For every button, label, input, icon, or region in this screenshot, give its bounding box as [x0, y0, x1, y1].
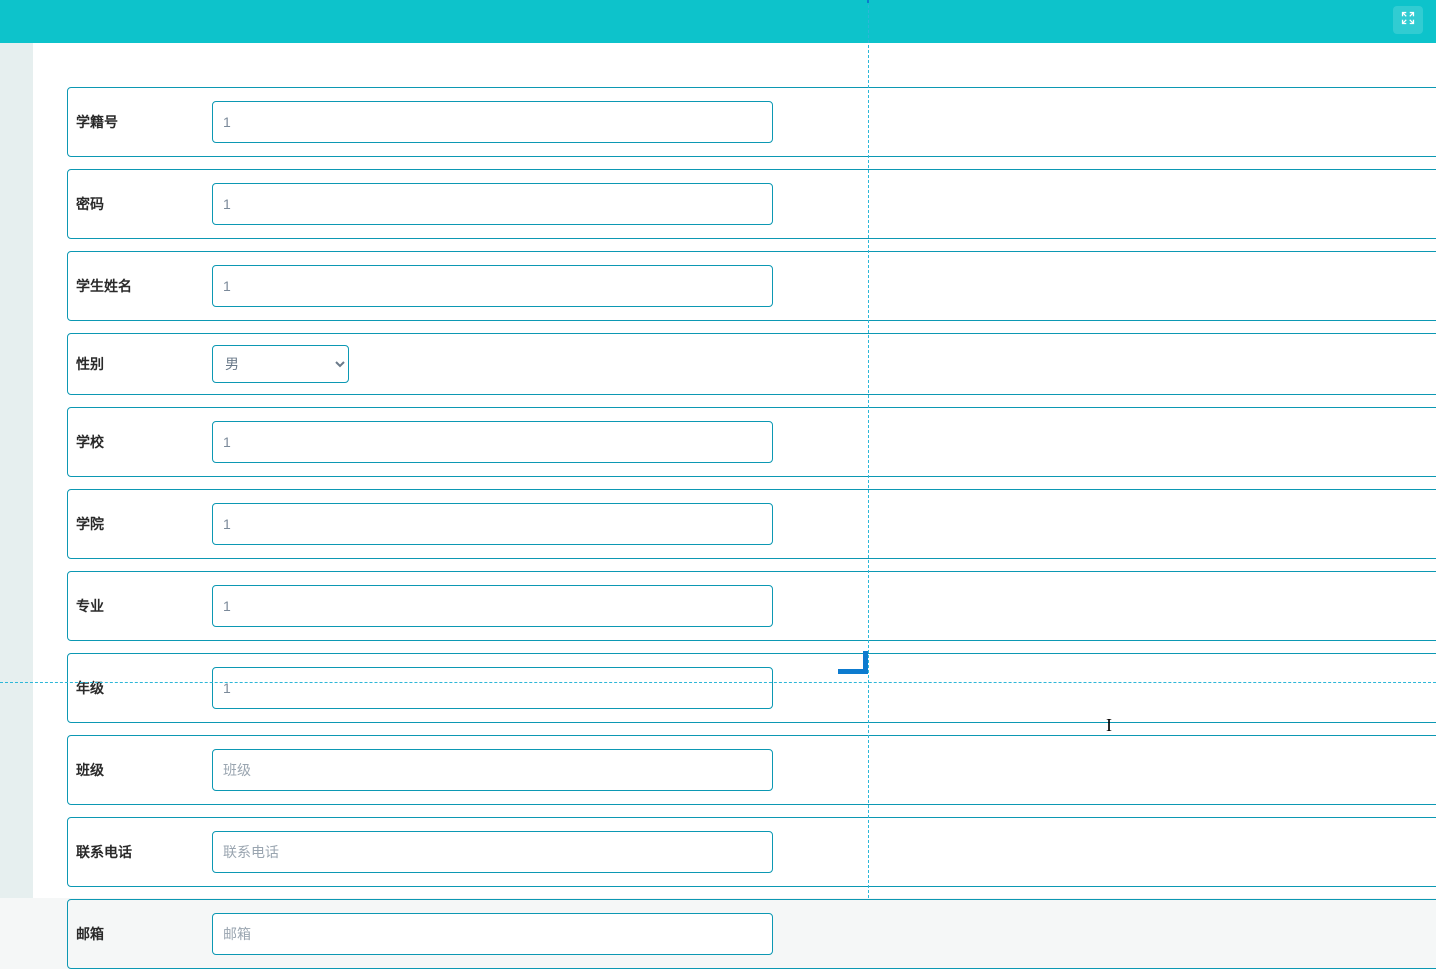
field-label: 性别 [76, 354, 212, 374]
class-input[interactable] [212, 749, 773, 791]
field-row-password: 密码 [67, 169, 1436, 239]
form-container: 学籍号 密码 学生姓名 性别 男 学校 学院 专业 [33, 43, 1436, 969]
field-label: 邮箱 [76, 924, 212, 944]
field-row-phone: 联系电话 [67, 817, 1436, 887]
field-label: 密码 [76, 194, 212, 214]
field-row-college: 学院 [67, 489, 1436, 559]
field-label: 学校 [76, 432, 212, 452]
app-header [0, 0, 1436, 43]
field-label: 专业 [76, 596, 212, 616]
field-label: 学籍号 [76, 112, 212, 132]
field-label: 联系电话 [76, 842, 212, 862]
left-gutter [0, 43, 33, 898]
major-input[interactable] [212, 585, 773, 627]
field-row-school: 学校 [67, 407, 1436, 477]
form-panel: 学籍号 密码 学生姓名 性别 男 学校 学院 专业 [33, 43, 1436, 898]
expand-icon [1401, 11, 1415, 30]
field-row-student-name: 学生姓名 [67, 251, 1436, 321]
field-row-student-id: 学籍号 [67, 87, 1436, 157]
password-input[interactable] [212, 183, 773, 225]
field-row-grade: 年级 [67, 653, 1436, 723]
field-row-gender: 性别 男 [67, 333, 1436, 395]
school-input[interactable] [212, 421, 773, 463]
student-name-input[interactable] [212, 265, 773, 307]
email-input[interactable] [212, 913, 773, 955]
gender-select[interactable]: 男 [212, 345, 349, 383]
field-row-major: 专业 [67, 571, 1436, 641]
field-label: 学生姓名 [76, 276, 212, 296]
field-row-class: 班级 [67, 735, 1436, 805]
ruler-tick [867, 0, 869, 3]
expand-button[interactable] [1393, 6, 1423, 34]
field-label: 年级 [76, 678, 212, 698]
field-label: 学院 [76, 514, 212, 534]
grade-input[interactable] [212, 667, 773, 709]
field-row-email: 邮箱 [67, 899, 1436, 969]
phone-input[interactable] [212, 831, 773, 873]
student-id-input[interactable] [212, 101, 773, 143]
field-label: 班级 [76, 760, 212, 780]
college-input[interactable] [212, 503, 773, 545]
